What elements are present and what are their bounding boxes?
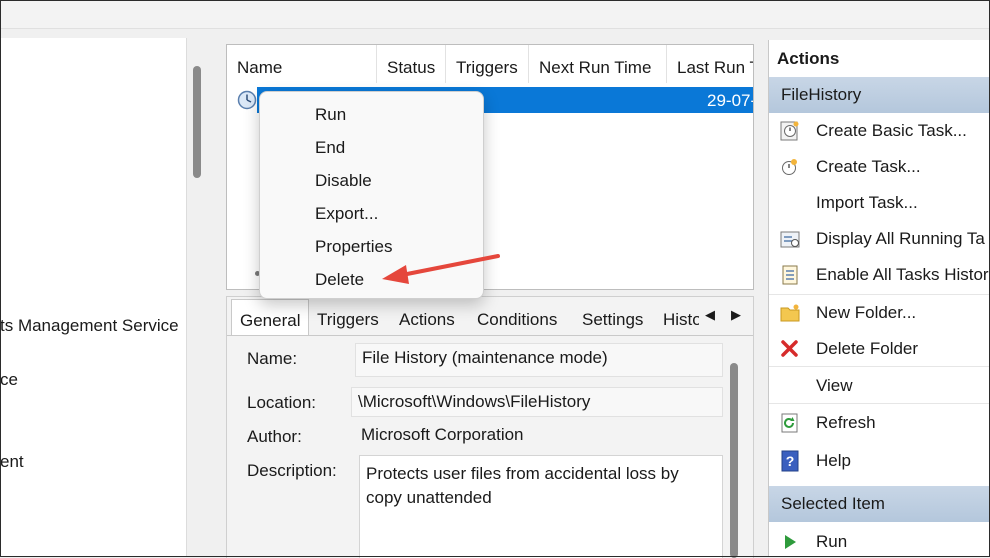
left-scrollbar-thumb[interactable]	[193, 66, 201, 178]
actions-pane-title: Actions	[777, 49, 840, 68]
name-field[interactable]: File History (maintenance mode)	[355, 343, 723, 377]
action-label: Create Task...	[816, 157, 921, 176]
menu-item-end[interactable]: End	[315, 138, 345, 158]
tab-conditions[interactable]: Conditions	[469, 299, 573, 335]
tab-settings[interactable]: Settings	[574, 299, 656, 335]
action-new-folder[interactable]: New Folder...	[769, 295, 990, 331]
tab-actions[interactable]: Actions	[391, 299, 465, 335]
actions-divider	[769, 403, 990, 404]
name-label: Name:	[247, 349, 298, 368]
left-tree-pane: ts Management Service ce ent	[0, 38, 212, 557]
location-value: \Microsoft\Windows\FileHistory	[358, 392, 591, 411]
section-header-filehistory[interactable]: FileHistory	[769, 77, 990, 113]
actions-divider	[769, 366, 990, 367]
help-icon: ?	[781, 450, 799, 472]
action-label: New Folder...	[816, 303, 917, 322]
library-tree: ts Management Service ce ent	[0, 38, 187, 557]
menu-item-delete[interactable]: Delete	[315, 270, 364, 290]
create-basic-task-icon	[780, 121, 799, 141]
column-header-next-run-time[interactable]: Next Run Time	[529, 45, 667, 83]
column-header-name[interactable]: Name	[227, 45, 377, 83]
action-label: Delete Folder	[816, 339, 919, 358]
tasks-history-icon	[782, 265, 798, 285]
location-field[interactable]: \Microsoft\Windows\FileHistory	[351, 387, 723, 417]
author-label: Author:	[247, 427, 302, 446]
action-label: Refresh	[816, 413, 876, 432]
run-icon	[785, 535, 796, 549]
action-help[interactable]: ? Help	[769, 443, 990, 479]
column-header-last-run-time[interactable]: Last Run T	[667, 45, 753, 83]
name-value: File History (maintenance mode)	[362, 348, 608, 367]
action-label: Import Task...	[816, 193, 918, 212]
description-field[interactable]: Protects user files from accidental loss…	[359, 455, 723, 558]
tab-scroll-right-icon[interactable]: ▶	[725, 303, 747, 327]
action-delete-folder[interactable]: Delete Folder	[769, 331, 990, 367]
tab-strip-divider	[227, 335, 753, 336]
last-run-cell: 29-07-202	[707, 91, 753, 110]
location-label: Location:	[247, 393, 316, 412]
action-refresh[interactable]: Refresh	[769, 405, 990, 441]
author-field[interactable]: Microsoft Corporation	[355, 421, 723, 451]
action-import-task[interactable]: Import Task...	[769, 185, 990, 221]
task-clock-icon	[237, 90, 257, 110]
delete-x-icon	[781, 340, 798, 357]
action-display-running-tasks[interactable]: Display All Running Ta	[769, 221, 990, 257]
tree-item[interactable]: ce	[0, 370, 18, 390]
svg-text:?: ?	[786, 453, 795, 469]
task-details-pane: General Triggers Actions Conditions Sett…	[226, 296, 754, 558]
refresh-icon	[781, 413, 798, 433]
action-label: Help	[816, 451, 851, 470]
action-run[interactable]: Run	[769, 524, 990, 557]
folder-icon	[780, 304, 800, 322]
author-value: Microsoft Corporation	[361, 425, 524, 444]
action-label: Enable All Tasks Histor	[816, 265, 989, 284]
tree-item[interactable]: ts Management Service	[0, 316, 179, 336]
action-label: View	[816, 376, 853, 395]
tab-scroll-left-icon[interactable]: ◀	[699, 303, 721, 327]
column-header-triggers[interactable]: Triggers	[446, 45, 529, 83]
window-top-strip	[0, 0, 990, 29]
action-label: Run	[816, 532, 848, 551]
actions-pane: Actions FileHistory Create Basic Task...…	[768, 40, 990, 557]
tab-history[interactable]: Histo	[655, 299, 699, 335]
create-task-icon	[782, 159, 797, 175]
description-label: Description:	[247, 461, 337, 480]
details-scrollbar-thumb[interactable]	[730, 363, 738, 558]
action-create-task[interactable]: Create Task...	[769, 149, 990, 185]
section-header-selected-item[interactable]: Selected Item	[769, 486, 990, 522]
running-tasks-icon	[780, 231, 800, 248]
tab-triggers[interactable]: Triggers	[309, 299, 387, 335]
annotation-arrow-icon	[382, 254, 500, 284]
menu-item-disable[interactable]: Disable	[315, 171, 372, 191]
menu-item-run[interactable]: Run	[315, 105, 346, 125]
action-create-basic-task[interactable]: Create Basic Task...	[769, 113, 990, 149]
action-view[interactable]: View	[769, 368, 990, 404]
column-header-status[interactable]: Status	[377, 45, 446, 83]
tab-general[interactable]: General	[231, 299, 309, 335]
action-enable-tasks-history[interactable]: Enable All Tasks Histor	[769, 257, 990, 293]
menu-item-export[interactable]: Export...	[315, 204, 378, 224]
action-label: Display All Running Ta	[816, 229, 985, 248]
tree-item[interactable]: ent	[0, 452, 24, 472]
action-label: Create Basic Task...	[816, 121, 967, 140]
